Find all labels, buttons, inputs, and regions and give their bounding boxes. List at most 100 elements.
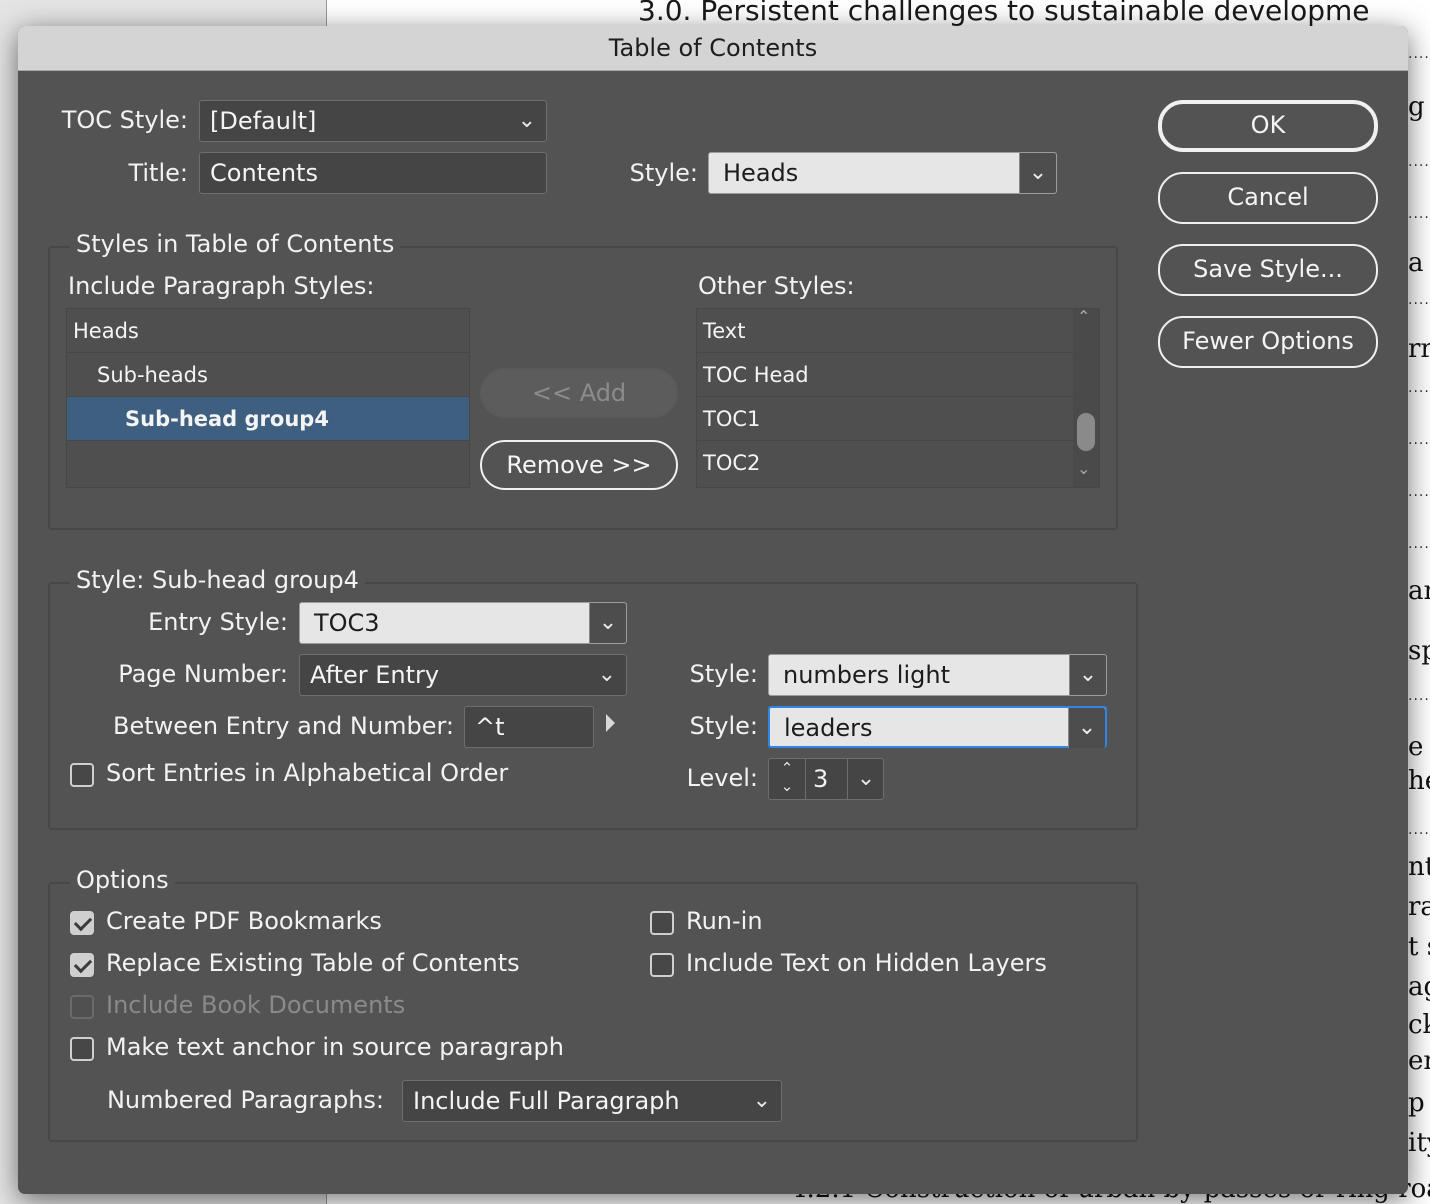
title-style-combo[interactable]: Heads ⌄ bbox=[708, 152, 1057, 194]
sort-alphabetical-label: Sort Entries in Alphabetical Order bbox=[106, 759, 509, 787]
list-item[interactable]: Sub-heads bbox=[67, 353, 469, 397]
between-entry-label: Between Entry and Number: bbox=[113, 712, 454, 740]
dialog-title: Table of Contents bbox=[608, 34, 818, 62]
list-item[interactable]: Heads bbox=[67, 309, 469, 353]
include-styles-label: Include Paragraph Styles: bbox=[68, 272, 375, 300]
replace-existing-toc-label: Replace Existing Table of Contents bbox=[106, 949, 520, 977]
level-stepper[interactable]: ⌃ ⌄ 3 ⌄ bbox=[768, 758, 884, 800]
document-fragment: a bbox=[1408, 248, 1424, 278]
level-label: Level: bbox=[686, 764, 758, 792]
list-item-selected[interactable]: Sub-head group4 bbox=[67, 397, 469, 441]
entry-style-label: Entry Style: bbox=[148, 608, 288, 636]
leader-dots: ......... bbox=[1408, 154, 1430, 170]
fewer-options-button[interactable]: Fewer Options bbox=[1158, 316, 1378, 368]
document-fragment: en bbox=[1408, 1046, 1430, 1076]
include-book-documents-checkbox[interactable] bbox=[70, 995, 94, 1019]
document-fragment: t s bbox=[1408, 932, 1430, 962]
toc-style-dropdown[interactable]: [Default] ⌄ bbox=[199, 100, 547, 142]
title-input[interactable]: Contents bbox=[199, 152, 547, 194]
title-label: Title: bbox=[128, 159, 188, 187]
replace-existing-toc-checkbox[interactable] bbox=[70, 953, 94, 977]
document-fragment: ck bbox=[1408, 1010, 1430, 1040]
number-style-combo[interactable]: numbers light ⌄ bbox=[768, 654, 1107, 696]
document-fragment: ag bbox=[1408, 972, 1430, 1002]
ok-button[interactable]: OK bbox=[1158, 100, 1378, 152]
scroll-down-icon[interactable]: ⌄ bbox=[1077, 459, 1090, 478]
between-entry-input[interactable]: ^t bbox=[464, 706, 594, 748]
chevron-down-icon[interactable]: ⌄ bbox=[1019, 153, 1056, 193]
special-characters-arrow-icon[interactable] bbox=[606, 714, 615, 732]
between-style-label: Style: bbox=[689, 712, 758, 740]
remove-button[interactable]: Remove >> bbox=[480, 440, 678, 490]
numbered-paragraphs-label: Numbered Paragraphs: bbox=[106, 1086, 384, 1114]
chevron-down-icon[interactable]: ⌄ bbox=[1069, 655, 1106, 695]
list-item[interactable]: Text bbox=[697, 309, 1073, 353]
chevron-down-icon[interactable]: ⌄ bbox=[589, 603, 626, 643]
hidden-layers-label: Include Text on Hidden Layers bbox=[686, 949, 1047, 977]
hidden-layers-checkbox[interactable] bbox=[650, 953, 674, 977]
title-input-value: Contents bbox=[210, 159, 318, 187]
list-item[interactable]: TOC2 bbox=[697, 441, 1073, 485]
chevron-down-icon[interactable]: ⌄ bbox=[1068, 708, 1105, 748]
level-value: 3 bbox=[813, 765, 829, 793]
leader-dots: ......... bbox=[1408, 432, 1430, 448]
page-number-dropdown[interactable]: After Entry ⌄ bbox=[299, 654, 627, 696]
toc-style-label: TOC Style: bbox=[61, 106, 188, 134]
make-text-anchor-checkbox[interactable] bbox=[70, 1037, 94, 1061]
list-item[interactable]: TOC Head bbox=[697, 353, 1073, 397]
chevron-down-icon: ⌄ bbox=[597, 662, 616, 687]
include-book-documents-label: Include Book Documents bbox=[106, 991, 406, 1019]
document-fragment: ra bbox=[1408, 892, 1430, 922]
document-fragment: rr bbox=[1408, 334, 1430, 364]
sort-alphabetical-checkbox[interactable] bbox=[70, 763, 94, 787]
toc-dialog: Table of Contents TOC Style: [Default] ⌄… bbox=[18, 26, 1408, 1194]
create-pdf-bookmarks-checkbox[interactable] bbox=[70, 911, 94, 935]
leader-dots: ......... bbox=[1408, 206, 1430, 222]
chevron-down-icon: ⌄ bbox=[517, 108, 536, 133]
between-style-combo[interactable]: leaders ⌄ bbox=[768, 706, 1107, 748]
document-fragment: he bbox=[1408, 766, 1430, 796]
leader-dots: ......... bbox=[1408, 484, 1430, 500]
scrollbar-thumb[interactable] bbox=[1077, 413, 1095, 451]
entry-style-combo[interactable]: TOC3 ⌄ bbox=[299, 602, 627, 644]
title-style-value: Heads bbox=[723, 159, 799, 187]
entry-style-group-title: Style: Sub-head group4 bbox=[70, 566, 365, 594]
chevron-down-icon[interactable]: ⌄ bbox=[847, 759, 884, 799]
document-heading: 3.0. Persistent challenges to sustainabl… bbox=[638, 0, 1370, 27]
numbered-paragraphs-dropdown[interactable]: Include Full Paragraph ⌄ bbox=[402, 1080, 782, 1122]
other-styles-list[interactable]: Text TOC Head TOC1 TOC2 ⌃ ⌄ bbox=[696, 307, 1100, 488]
styles-group-title: Styles in Table of Contents bbox=[70, 230, 401, 258]
leader-dots: ......... bbox=[1408, 380, 1430, 396]
create-pdf-bookmarks-label: Create PDF Bookmarks bbox=[106, 907, 382, 935]
document-fragment: nt bbox=[1408, 852, 1430, 882]
scrollbar[interactable]: ⌃ ⌄ bbox=[1073, 307, 1099, 487]
between-style-value: leaders bbox=[784, 714, 873, 742]
save-style-button[interactable]: Save Style... bbox=[1158, 244, 1378, 296]
run-in-checkbox[interactable] bbox=[650, 911, 674, 935]
document-fragment: sp bbox=[1408, 636, 1430, 666]
list-item-empty bbox=[67, 441, 469, 485]
document-fragment: ity bbox=[1408, 1128, 1430, 1158]
leader-dots: ......... bbox=[1408, 822, 1430, 838]
page-number-value: After Entry bbox=[310, 661, 440, 689]
other-styles-label: Other Styles: bbox=[698, 272, 855, 300]
list-item[interactable]: TOC1 bbox=[697, 397, 1073, 441]
document-fragment: e a bbox=[1408, 732, 1430, 762]
include-styles-list[interactable]: Heads Sub-heads Sub-head group4 bbox=[66, 308, 470, 488]
scroll-up-icon[interactable]: ⌃ bbox=[1077, 307, 1090, 326]
run-in-label: Run-in bbox=[686, 907, 763, 935]
leader-dots: ......... bbox=[1408, 688, 1430, 704]
cancel-button[interactable]: Cancel bbox=[1158, 172, 1378, 224]
number-style-value: numbers light bbox=[783, 661, 950, 689]
chevron-down-icon: ⌄ bbox=[752, 1088, 771, 1113]
number-style-label: Style: bbox=[689, 660, 758, 688]
entry-style-value: TOC3 bbox=[314, 609, 380, 637]
page-number-label: Page Number: bbox=[118, 660, 288, 688]
between-entry-value: ^t bbox=[475, 713, 505, 741]
leader-dots: ......... bbox=[1408, 536, 1430, 552]
make-text-anchor-label: Make text anchor in source paragraph bbox=[106, 1033, 564, 1061]
stepper-arrows-icon[interactable]: ⌃ ⌄ bbox=[769, 759, 806, 799]
add-button[interactable]: << Add bbox=[480, 368, 678, 418]
title-style-label: Style: bbox=[629, 159, 698, 187]
leader-dots: ......... bbox=[1408, 292, 1430, 308]
